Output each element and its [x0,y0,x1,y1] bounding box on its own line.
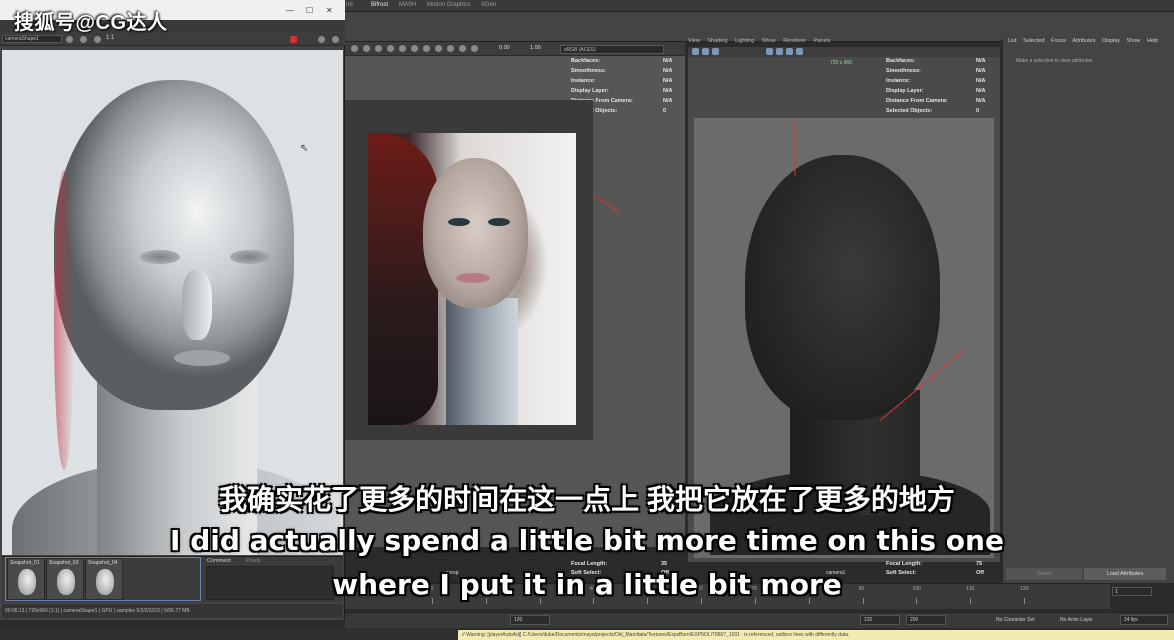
select-camera-icon[interactable] [692,48,699,55]
close-icon[interactable]: ✕ [326,6,333,15]
shelf-tab-motion-graphics[interactable]: Motion Graphics [427,2,471,8]
subtitle-chinese: 我确实花了更多的时间在这一点上 我把它放在了更多的地方 [219,484,955,515]
shelf-tab-fragment[interactable]: rid [346,2,353,8]
gear-icon[interactable] [332,36,339,43]
menu-focus[interactable]: Focus [1051,38,1066,44]
gate-mask-icon[interactable] [786,48,793,55]
hud-row: Backfaces: N/A [571,58,673,64]
isolate-icon[interactable] [435,45,442,52]
attribute-editor-menu: List Selected Focus Attributes Display S… [1008,38,1163,44]
maximize-icon[interactable]: ☐ [306,6,313,15]
settings-icon[interactable] [318,36,325,43]
menu-panels[interactable]: Panels [814,38,831,44]
resolution-label: 720 x 960 [830,60,852,66]
character-set-select[interactable]: No Character Set [996,617,1035,623]
texture-icon[interactable] [399,45,406,52]
snapshot-icon[interactable] [94,36,101,43]
menu-show[interactable]: Show [1127,38,1141,44]
ipr-icon[interactable] [80,36,87,43]
viewport-bust-head [745,155,940,420]
hud-row: Smoothness: N/A [571,68,673,74]
exposure-value[interactable]: 0.00 [499,45,510,51]
reference-photo [368,133,576,425]
menu-show[interactable]: Show [762,38,776,44]
hud-row: Instance: N/A [571,78,673,84]
menu-selected[interactable]: Selected [1023,38,1044,44]
shelf-tab-bifrost[interactable]: Bifrost [371,2,388,8]
menu-attributes[interactable]: Attributes [1072,38,1095,44]
command-feedback-line: // Warning: [playerAutoAdj] C:/Users/duk… [458,630,1174,640]
zoom-ratio[interactable]: 1:1 [106,35,114,41]
subtitle-english-line1: I did actually spend a little bit more t… [170,524,1004,557]
range-start-field[interactable]: 120 [860,615,900,625]
film-gate-icon[interactable] [766,48,773,55]
bookmark-icon[interactable] [712,48,719,55]
tab-comment[interactable]: Comment [207,558,231,564]
wireframe-icon[interactable] [375,45,382,52]
camera-frustum-line [794,120,796,176]
field-chart-icon[interactable] [796,48,803,55]
shelf-tab-bar: rid Bifrost MASH Motion Graphics XGen [345,0,1174,12]
render-status-bar: 00:06:13 | 720x960 (1:1) | cameraShape1 … [2,604,343,618]
fps-select[interactable]: 24 fps [1120,615,1168,625]
light-icon[interactable] [411,45,418,52]
stop-render-icon[interactable] [290,36,297,43]
minimize-icon[interactable]: — [286,6,294,15]
range-slider [345,612,1174,628]
status-strip [0,628,458,640]
colorspace-select[interactable]: sRGB (ACES) [560,45,664,54]
attribute-editor-hint: Make a selection to view attributes [1016,58,1093,64]
menu-shading[interactable]: Shading [707,38,727,44]
camera-icon[interactable] [351,45,358,52]
anim-layer-select[interactable]: No Anim Layer [1060,617,1093,623]
xray-icon[interactable] [447,45,454,52]
tab-pixels[interactable]: Pixels [246,558,261,564]
mouse-cursor-icon: ⇖ [300,143,309,154]
menu-renderer[interactable]: Renderer [783,38,806,44]
range-end-field[interactable]: 200 [906,615,946,625]
shelf-tab-mash[interactable]: MASH [399,2,416,8]
render-icon[interactable] [66,36,73,43]
menu-view[interactable]: View [688,38,700,44]
resolution-gate-icon[interactable] [776,48,783,55]
shelf-tab-xgen[interactable]: XGen [481,2,496,8]
lock-camera-icon[interactable] [702,48,709,55]
subtitle-english-line2: where I put it in a little bit more [332,568,842,601]
menu-help[interactable]: Help [1147,38,1158,44]
right-viewport-hud: Backfaces: N/A Smoothness: N/A Instance: N/… [886,58,986,114]
gate-icon[interactable] [459,45,466,52]
menu-display[interactable]: Display [1102,38,1120,44]
shaded-icon[interactable] [387,45,394,52]
menu-lighting[interactable]: Lighting [735,38,754,44]
gamma-value[interactable]: 1.00 [530,45,541,51]
camera-select[interactable]: cameraShape1 [2,35,62,43]
range-slider-handle[interactable]: 120 [510,615,550,625]
safe-area-icon[interactable] [471,45,478,52]
right-viewport-menu: View Shading Lighting Show Renderer Pane… [688,38,1000,47]
watermark: 搜狐号@CG达人 [14,12,168,34]
shadow-icon[interactable] [423,45,430,52]
hud-row: Display Layer: N/A [571,88,673,94]
menu-list[interactable]: List [1008,38,1017,44]
grid-icon[interactable] [363,45,370,52]
